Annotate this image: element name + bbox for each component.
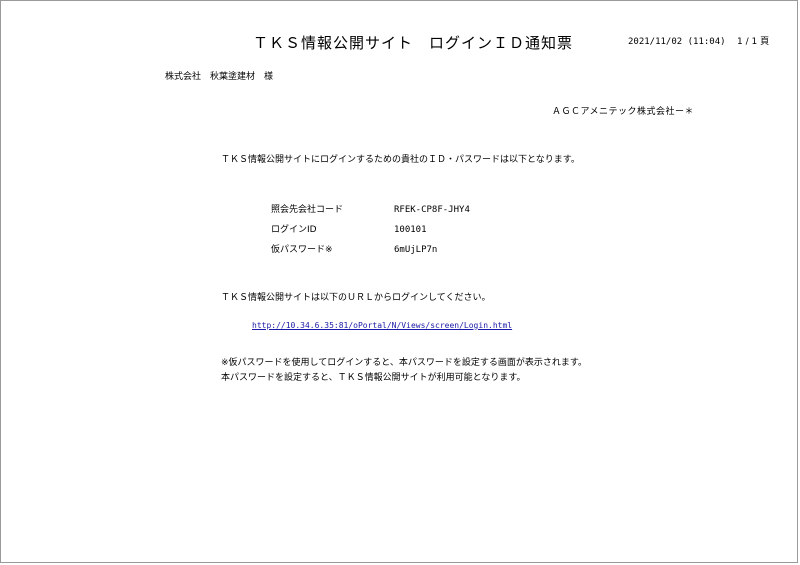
temp-password-label: 仮パスワード※ — [271, 245, 333, 255]
intro-text: ＴＫＳ情報公開サイトにログインするための貴社のＩＤ・パスワードは以下となります。 — [221, 155, 580, 165]
company-code-value: RFEK-CP8F-JHY4 — [394, 205, 470, 215]
sender-company: ＡＧＣアメニテック株式会社ー＊ — [552, 107, 695, 117]
note-line-1: ※仮パスワードを使用してログインすると、本パスワードを設定する画面が表示されます… — [221, 358, 588, 368]
login-url-link[interactable]: http://10.34.6.35:81/oPortal/N/Views/scr… — [252, 322, 512, 330]
document-page: ＴＫＳ情報公開サイト ログインＩＤ通知票 2021/11/02 (11:04) … — [0, 0, 798, 563]
temp-password-value: 6mUjLP7n — [394, 245, 438, 255]
issue-date: 2021/11/02 (11:04) — [628, 37, 726, 47]
login-url-intro: ＴＫＳ情報公開サイトは以下のＵＲＬからログインしてください。 — [221, 293, 491, 303]
login-id-value: 100101 — [394, 225, 427, 235]
recipient-name: 株式会社 秋葉塗建材 様 — [165, 72, 274, 82]
page-number: 1 / 1 頁 — [737, 37, 770, 47]
login-id-label: ログインID — [271, 225, 317, 235]
company-code-label: 照会先会社コード — [271, 205, 344, 215]
document-title: ＴＫＳ情報公開サイト ログインＩＤ通知票 — [253, 34, 574, 52]
note-line-2: 本パスワードを設定すると、ＴＫＳ情報公開サイトが利用可能となります。 — [221, 373, 526, 383]
